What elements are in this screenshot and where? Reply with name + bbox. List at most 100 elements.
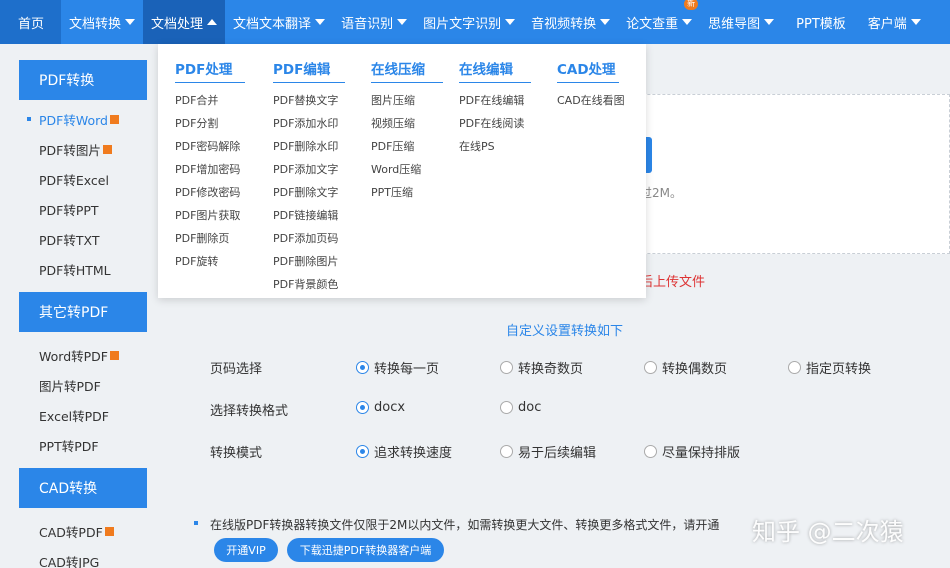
dropdown-column-title: CAD处理	[557, 58, 619, 83]
nav-doc-translate[interactable]: 文档文本翻译	[225, 0, 333, 44]
radio-editable[interactable]: 易于后续编辑	[500, 442, 596, 461]
chevron-down-icon	[125, 19, 136, 25]
option-label: 指定页转换	[806, 362, 872, 377]
dropdown-link[interactable]: PDF密码解除	[175, 135, 245, 158]
dropdown-link[interactable]: PDF替换文字	[273, 89, 345, 112]
option-label: 尽量保持排版	[662, 446, 741, 461]
nav-plagiarism[interactable]: 论文查重新	[618, 0, 700, 44]
sidebar-section-cad-convert[interactable]: CAD转换	[19, 468, 147, 508]
nav-label: 文档处理	[151, 16, 204, 32]
dropdown-column-pdf-edit: PDF编辑 PDF替换文字 PDF添加水印 PDF删除水印 PDF添加文字 PD…	[273, 58, 345, 296]
sidebar-item-image-to-pdf[interactable]: 图片转PDF	[19, 370, 147, 400]
upload-tip: 后上传文件	[640, 275, 706, 290]
settings-title: 自定义设置转换如下	[506, 324, 624, 339]
sidebar-item-excel-to-pdf[interactable]: Excel转PDF	[19, 400, 147, 430]
dropdown-column-title: PDF编辑	[273, 58, 345, 83]
radio-speed[interactable]: 追求转换速度	[356, 442, 452, 461]
sidebar-item-pdf-to-txt[interactable]: PDF转TXT	[19, 224, 147, 254]
dropdown-column-title: 在线编辑	[459, 58, 531, 83]
sidebar-item-word-to-pdf[interactable]: Word转PDF	[19, 340, 147, 370]
open-vip-button[interactable]: 开通VIP	[214, 538, 278, 562]
dropdown-link[interactable]: PDF合并	[175, 89, 245, 112]
sidebar-section-other-to-pdf[interactable]: 其它转PDF	[19, 292, 147, 332]
chevron-up-icon	[207, 19, 218, 25]
option-label: 易于后续编辑	[518, 446, 597, 461]
nav-label: 语音识别	[341, 16, 394, 32]
dropdown-link[interactable]: 视频压缩	[371, 112, 443, 135]
dropdown-link[interactable]: PDF添加文字	[273, 158, 345, 181]
radio-doc[interactable]: doc	[500, 400, 541, 415]
sidebar-item-label: PDF转Word	[39, 112, 108, 128]
dropdown-link[interactable]: PDF删除页	[175, 227, 245, 250]
dropdown-link[interactable]: PDF删除图片	[273, 250, 345, 273]
dropdown-link[interactable]: PDF链接编辑	[273, 204, 345, 227]
nav-ppt-template[interactable]: PPT模板	[782, 0, 860, 44]
chevron-down-icon	[505, 19, 516, 25]
radio-docx[interactable]: docx	[356, 400, 405, 415]
dropdown-link[interactable]: PDF增加密码	[175, 158, 245, 181]
radio-icon	[500, 401, 513, 414]
chevron-down-icon	[682, 19, 693, 25]
dropdown-link[interactable]: PDF压缩	[371, 135, 443, 158]
nav-label: 文档文本翻译	[233, 16, 312, 32]
sidebar-item-pdf-to-word[interactable]: PDF转Word	[19, 104, 147, 134]
hot-icon	[109, 114, 119, 124]
radio-icon	[644, 445, 657, 458]
radio-keep-layout[interactable]: 尽量保持排版	[644, 442, 740, 461]
nav-speech[interactable]: 语音识别	[333, 0, 415, 44]
sidebar-item-label: PPT转PDF	[39, 438, 99, 454]
sidebar-item-label: PDF转TXT	[39, 232, 100, 248]
nav-client[interactable]: 客户端	[860, 0, 929, 44]
dropdown-link[interactable]: 图片压缩	[371, 89, 443, 112]
watermark: 知乎 @二次猿	[752, 518, 904, 546]
sidebar-item-label: PDF转图片	[39, 142, 101, 158]
dropdown-link[interactable]: PDF修改密码	[175, 181, 245, 204]
radio-checked-icon	[356, 361, 369, 374]
dropdown-link[interactable]: Word压缩	[371, 158, 443, 181]
nav-mindmap[interactable]: 思维导图	[700, 0, 782, 44]
dropdown-link[interactable]: 在线PS	[459, 135, 531, 158]
option-label: 转换偶数页	[662, 362, 728, 377]
sidebar-item-pdf-to-html[interactable]: PDF转HTML	[19, 254, 147, 284]
radio-every-page[interactable]: 转换每一页	[356, 358, 439, 377]
sidebar-item-pdf-to-excel[interactable]: PDF转Excel	[19, 164, 147, 194]
dropdown-link[interactable]: PDF图片获取	[175, 204, 245, 227]
sidebar-section-pdf-convert[interactable]: PDF转换	[19, 60, 147, 100]
dropdown-link[interactable]: PDF添加页码	[273, 227, 345, 250]
dropdown-link[interactable]: PDF分割	[175, 112, 245, 135]
nav-home-label: 首页	[18, 16, 45, 32]
dropdown-link[interactable]: PPT压缩	[371, 181, 443, 204]
download-client-button[interactable]: 下载迅捷PDF转换器客户端	[287, 538, 444, 562]
sidebar-item-cad-to-pdf[interactable]: CAD转PDF	[19, 516, 147, 546]
dropdown-link[interactable]: PDF背景颜色	[273, 273, 345, 296]
radio-odd-pages[interactable]: 转换奇数页	[500, 358, 583, 377]
radio-icon	[500, 361, 513, 374]
nav-doc-convert[interactable]: 文档转换	[61, 0, 143, 44]
dropdown-link[interactable]: PDF在线编辑	[459, 89, 531, 112]
doc-process-dropdown: PDF处理 PDF合并 PDF分割 PDF密码解除 PDF增加密码 PDF修改密…	[158, 44, 646, 298]
sidebar-item-cad-to-jpg[interactable]: CAD转JPG	[19, 546, 147, 568]
sidebar-item-ppt-to-pdf[interactable]: PPT转PDF	[19, 430, 147, 460]
sidebar-item-label: 图片转PDF	[39, 378, 101, 394]
radio-specific-pages[interactable]: 指定页转换	[788, 358, 871, 377]
dropdown-link[interactable]: PDF删除水印	[273, 135, 345, 158]
sidebar-item-pdf-to-image[interactable]: PDF转图片	[19, 134, 147, 164]
nav-label: 思维导图	[708, 16, 761, 32]
new-badge: 新	[684, 0, 699, 10]
dropdown-link[interactable]: PDF旋转	[175, 250, 245, 273]
dropdown-link[interactable]: PDF在线阅读	[459, 112, 531, 135]
chevron-down-icon	[600, 19, 611, 25]
radio-even-pages[interactable]: 转换偶数页	[644, 358, 727, 377]
dropdown-column-title: 在线压缩	[371, 58, 443, 83]
nav-home[interactable]: 首页	[0, 0, 62, 44]
dropdown-link[interactable]: CAD在线看图	[557, 89, 625, 112]
nav-doc-process[interactable]: 文档处理	[143, 0, 226, 44]
sidebar-item-pdf-to-ppt[interactable]: PDF转PPT	[19, 194, 147, 224]
option-label: 转换奇数页	[518, 362, 584, 377]
dropdown-link[interactable]: PDF删除文字	[273, 181, 345, 204]
dropdown-link[interactable]: PDF添加水印	[273, 112, 345, 135]
chevron-down-icon	[764, 19, 775, 25]
nav-av-convert[interactable]: 音视频转换	[523, 0, 618, 44]
nav-ocr[interactable]: 图片文字识别	[415, 0, 523, 44]
chevron-down-icon	[397, 19, 408, 25]
